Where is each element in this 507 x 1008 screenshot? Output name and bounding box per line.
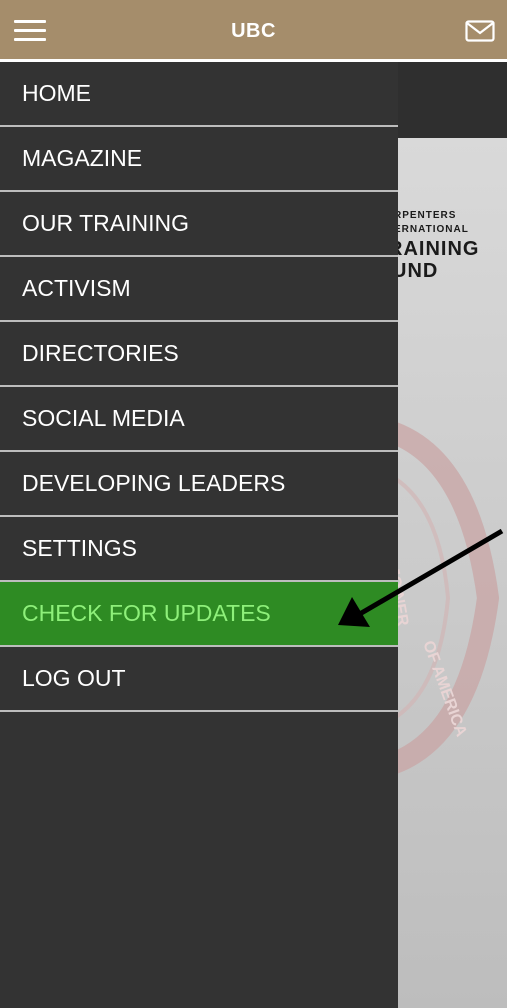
menu-item-magazine[interactable]: MAGAZINE (0, 127, 398, 192)
poster-text-line: ERNATIONAL (398, 224, 469, 235)
mail-envelope-icon[interactable] (465, 20, 495, 42)
content-header-bar (398, 62, 507, 138)
app-header: UBC (0, 0, 507, 62)
menu-item-log-out[interactable]: LOG OUT (0, 647, 398, 712)
training-fund-poster: RPENTERS ERNATIONAL RAINING UND JOINER O… (398, 138, 507, 1008)
ubc-seal-emblem: JOINER OF AMERICA (398, 422, 500, 774)
menu-item-home[interactable]: HOME (0, 62, 398, 127)
menu-item-our-training[interactable]: OUR TRAINING (0, 192, 398, 257)
menu-item-check-for-updates[interactable]: CHECK FOR UPDATES (0, 582, 398, 647)
app-title: UBC (231, 20, 276, 42)
menu-item-settings[interactable]: SETTINGS (0, 517, 398, 582)
poster-text-line: RAINING (398, 238, 480, 260)
poster-text-line: RPENTERS (398, 210, 457, 221)
menu-item-activism[interactable]: ACTIVISM (0, 257, 398, 322)
menu-item-social-media[interactable]: SOCIAL MEDIA (0, 387, 398, 452)
menu-item-directories[interactable]: DIRECTORIES (0, 322, 398, 387)
menu-item-developing-leaders[interactable]: DEVELOPING LEADERS (0, 452, 398, 517)
navigation-drawer: HOME MAGAZINE OUR TRAINING ACTIVISM DIRE… (0, 62, 398, 1008)
seal-text: JOINER (398, 566, 411, 628)
poster-text-line: UND (398, 260, 439, 282)
